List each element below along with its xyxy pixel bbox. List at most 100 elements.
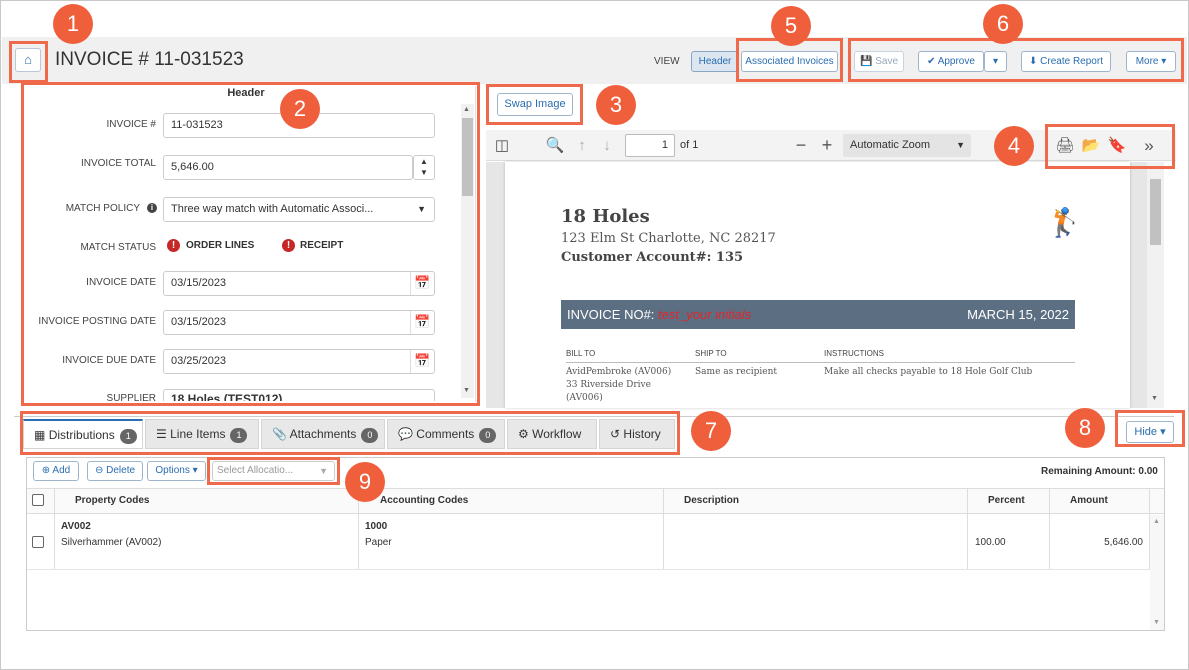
col-property-codes[interactable]: Property Codes [75,488,149,514]
zoom-out-icon[interactable]: − [790,130,812,161]
supplier-row-clip: SUPPLIER 18 Holes (TEST012) [26,389,466,401]
options-button[interactable]: Options ▾ [147,461,206,481]
page-title: INVOICE # 11-031523 [55,49,244,70]
scroll-down-icon[interactable]: ▼ [1153,619,1160,626]
table-icon: ▦ [34,428,46,442]
approve-label: Approve [937,56,975,67]
approve-button[interactable]: ✔ Approve [918,51,984,72]
select-all-checkbox[interactable] [32,494,44,506]
view-header-button[interactable]: Header [691,51,739,72]
tab-history[interactable]: ↺ History [599,419,675,449]
scroll-up-icon[interactable]: ▲ [463,106,470,113]
supplier-field[interactable]: 18 Holes (TEST012) [163,389,435,401]
delete-label: Delete [106,465,136,476]
grid-scrollbar[interactable]: ▲ ▼ [1150,515,1164,630]
more-button[interactable]: More ▾ [1126,51,1176,72]
invoice-posting-date-field[interactable]: 03/15/2023 📅 [163,310,435,335]
paperclip-icon: 📎 [272,427,287,441]
caret-down-icon: ▾ [1160,426,1166,438]
pdf-account: Customer Account#: 135 [561,250,744,265]
invoice-number-label: INVOICE # [106,119,156,130]
scroll-up-icon[interactable]: ▲ [1153,518,1160,525]
callout-badge-1: 1 [53,4,93,44]
hide-label: Hide [1134,426,1158,438]
form-scrollbar[interactable]: ▲ ▼ [461,104,474,398]
next-page-icon[interactable]: ↓ [596,130,618,161]
previous-page-icon[interactable]: ↑ [571,130,593,161]
zoom-select[interactable]: Automatic Zoom ▼ [843,134,971,157]
col-amount[interactable]: Amount [1070,488,1108,514]
calendar-icon[interactable]: 📅 [410,272,434,295]
invoice-due-date-label: INVOICE DUE DATE [62,355,156,366]
total-stepper[interactable]: ▲ ▼ [413,155,435,180]
row-property-code: AV002 [61,521,91,532]
page-number-input[interactable]: 1 [625,134,675,157]
tab-comments[interactable]: 💬 Comments 0 [387,419,505,449]
download-icon[interactable]: 📂 [1080,130,1102,161]
home-icon: ⌂ [24,52,32,67]
match-status-label: MATCH STATUS [80,242,156,253]
pdf-scrollbar-thumb[interactable] [1150,179,1161,245]
add-label: Add [52,465,71,476]
form-section-title: Header [227,87,265,99]
save-label: Save [875,56,899,67]
row-account-code: 1000 [365,521,388,532]
create-report-button[interactable]: ⬇ Create Report [1021,51,1111,72]
view-associated-invoices-button[interactable]: Associated Invoices [741,51,838,72]
invoice-due-date-value: 03/25/2023 [171,355,227,367]
scroll-down-icon[interactable]: ▼ [1151,395,1158,402]
pdf-invoice-number-label: INVOICE NO#: [567,307,655,322]
save-icon: 💾 [859,56,873,67]
add-button[interactable]: ⊕ Add [33,461,79,481]
invoice-total-field[interactable]: 5,646.00 [163,155,413,180]
invoice-due-date-field[interactable]: 03/25/2023 📅 [163,349,435,374]
print-icon[interactable]: 🖨 [1054,130,1076,161]
tab-attachments[interactable]: 📎 Attachments 0 [261,419,385,449]
tab-history-label: History [623,427,661,441]
info-icon[interactable]: i [147,203,157,213]
allocation-select[interactable]: Select Allocatio... ▼ [212,461,335,481]
pdf-invoice-date: MARCH 15, 2022 [967,307,1069,322]
zoom-in-icon[interactable]: + [816,130,838,161]
invoice-posting-date-value: 03/15/2023 [171,316,227,328]
line-items-count-badge: 1 [230,428,248,443]
tab-workflow[interactable]: ⚙ Workflow [507,419,597,449]
delete-button[interactable]: ⊖ Delete [87,461,143,481]
col-accounting-codes[interactable]: Accounting Codes [380,488,468,514]
search-icon[interactable]: 🔍 [544,130,566,161]
tab-line-items-label: Line Items [170,427,226,441]
options-label: Options [155,465,190,476]
pdf-scrollbar[interactable]: ▼ [1147,162,1164,408]
more-tools-icon[interactable]: » [1138,130,1160,161]
more-label: More [1135,56,1159,67]
distributions-count-badge: 1 [119,429,137,444]
swap-image-button[interactable]: Swap Image [497,93,573,116]
tab-line-items[interactable]: ☰ Line Items 1 [145,419,259,449]
sidebar-toggle-icon[interactable]: ◫ [490,130,514,161]
hide-button[interactable]: Hide ▾ [1126,421,1174,443]
caret-down-icon: ▾ [1161,56,1167,67]
match-status-order-lines: ORDER LINES [186,240,255,251]
tab-attachments-label: Attachments [289,427,357,441]
col-percent[interactable]: Percent [988,488,1025,514]
bookmark-icon[interactable]: 🔖 [1106,130,1128,161]
tab-distributions[interactable]: ▦ Distributions 1 [23,419,143,449]
pdf-ship-to-header: SHIP TO [695,349,727,358]
home-button[interactable]: ⌂ [15,48,41,72]
approve-dropdown-button[interactable]: ▾ [984,51,1007,72]
row-checkbox[interactable] [32,536,44,548]
col-description[interactable]: Description [684,488,739,514]
save-button[interactable]: 💾 Save [854,51,904,72]
pdf-bill-to-header: BILL TO [566,349,596,358]
form-scrollbar-thumb[interactable] [462,118,473,196]
caret-down-icon: ▼ [956,140,965,150]
invoice-date-field[interactable]: 03/15/2023 📅 [163,271,435,296]
calendar-icon[interactable]: 📅 [410,311,434,334]
callout-badge-3: 3 [596,85,636,125]
match-policy-value: Three way match with Automatic Associ... [171,203,374,215]
scroll-down-icon[interactable]: ▼ [463,387,470,394]
match-policy-select[interactable]: Three way match with Automatic Associ...… [163,197,435,222]
calendar-icon[interactable]: 📅 [410,350,434,373]
callout-badge-9: 9 [345,462,385,502]
pdf-bill-line2: 33 Riverside Drive [566,380,651,390]
